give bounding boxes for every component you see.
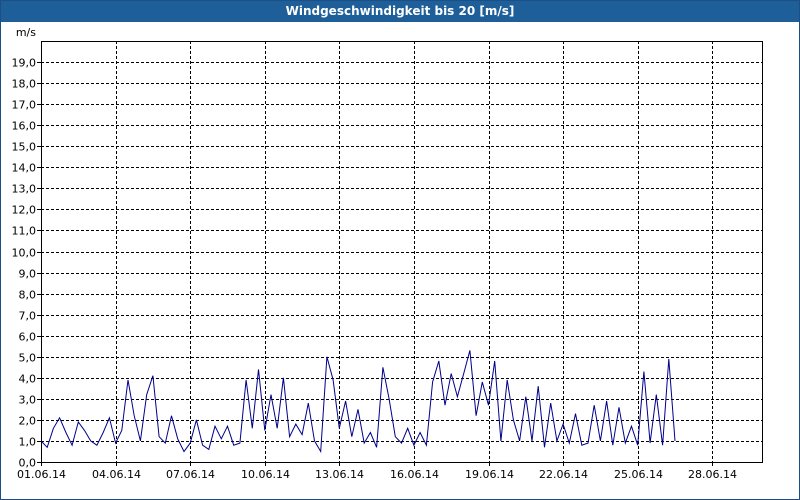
x-tick-label: 16.06.14: [390, 468, 439, 481]
y-tick-label: 9,0: [19, 268, 37, 281]
y-tick-label: 8,0: [19, 289, 37, 302]
y-tick-label: 13,0: [12, 183, 37, 196]
y-tick-label: 15,0: [12, 141, 37, 154]
y-tick-label: 5,0: [19, 352, 37, 365]
y-tick-label: 6,0: [19, 331, 37, 344]
grid: [41, 41, 762, 462]
x-tick-label: 25.06.14: [614, 468, 663, 481]
y-tick-label: 14,0: [12, 162, 37, 175]
chart-window: Windgeschwindigkeit bis 20 [m/s] 0,0 1,0 2…: [0, 0, 800, 500]
y-tick-label: 4,0: [19, 373, 37, 386]
x-tick-label: 19.06.14: [465, 468, 514, 481]
y-tick-label: 16,0: [12, 120, 37, 133]
y-tick-label: 12,0: [12, 204, 37, 217]
y-tick-label: 10,0: [12, 247, 37, 260]
axis-ticks: 0,01,02,03,04,05,06,07,08,09,010,011,012…: [12, 57, 737, 482]
y-tick-label: 3,0: [19, 394, 37, 407]
wind-speed-series-line: [40, 350, 676, 454]
x-tick-label: 07.06.14: [166, 468, 215, 481]
y-tick-label: 19,0: [12, 57, 37, 70]
y-tick-label: 18,0: [12, 78, 37, 91]
y-tick-label: 11,0: [12, 225, 37, 238]
x-tick-label: 10.06.14: [241, 468, 290, 481]
x-tick-label: 22.06.14: [539, 468, 588, 481]
wind-speed-chart: 0,01,02,03,04,05,06,07,08,09,010,011,012…: [12, 26, 763, 482]
y-axis-label: m/s: [16, 26, 36, 39]
y-tick-label: 2,0: [19, 415, 37, 428]
y-tick-label: 7,0: [19, 310, 37, 323]
y-tick-label: 17,0: [12, 99, 37, 112]
y-tick-label: 1,0: [19, 436, 37, 449]
window-title: Windgeschwindigkeit bis 20 [m/s]: [1, 1, 799, 22]
x-tick-label: 28.06.14: [688, 468, 737, 481]
x-tick-label: 04.06.14: [92, 468, 141, 481]
x-tick-label: 01.06.14: [17, 468, 66, 481]
x-tick-label: 13.06.14: [315, 468, 364, 481]
